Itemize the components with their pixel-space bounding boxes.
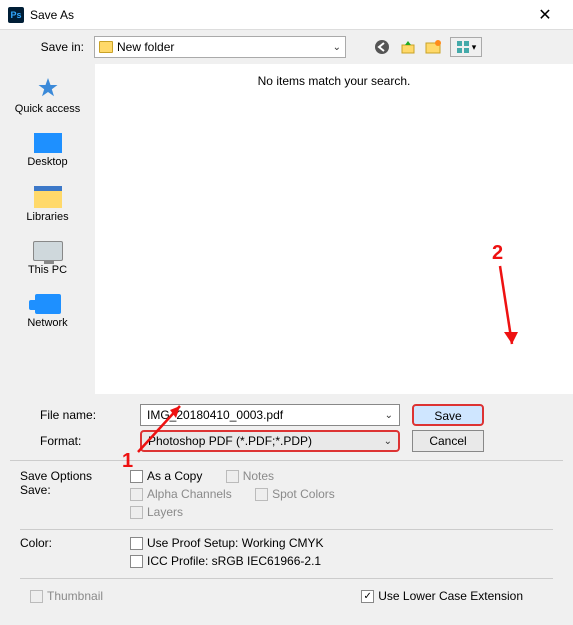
- close-button[interactable]: ✕: [525, 5, 565, 25]
- sidebar-item-network[interactable]: Network: [0, 290, 95, 333]
- format-dropdown[interactable]: Photoshop PDF (*.PDF;*.PDP) ⌄: [140, 430, 400, 452]
- main-area: Quick access Desktop Libraries This PC N…: [0, 64, 573, 394]
- bottom-panel: File name: IMG_20180410_0003.pdf ⌄ Save …: [0, 394, 573, 625]
- titlebar: Ps Save As ✕: [0, 0, 573, 30]
- sidebar-item-desktop[interactable]: Desktop: [0, 129, 95, 172]
- network-icon: [35, 294, 61, 314]
- back-icon[interactable]: [372, 37, 392, 57]
- checkbox-asacopy[interactable]: As a Copy: [130, 469, 202, 483]
- filename-label: File name:: [10, 408, 140, 422]
- savein-value: New folder: [117, 40, 174, 54]
- cancel-button[interactable]: Cancel: [412, 430, 484, 452]
- checkbox-notes: Notes: [226, 469, 274, 483]
- save-options-panel: Save Options Save: As a Copy Notes Alpha…: [10, 460, 563, 615]
- format-label: Format:: [10, 434, 140, 448]
- checkbox-proof[interactable]: Use Proof Setup: Working CMYK: [130, 536, 324, 550]
- savein-dropdown[interactable]: New folder ⌄: [94, 36, 346, 58]
- view-menu-icon[interactable]: ▾: [450, 37, 482, 57]
- photoshop-icon: Ps: [8, 7, 24, 23]
- star-icon: [34, 76, 62, 100]
- checkbox-layers: Layers: [130, 505, 183, 519]
- window-title: Save As: [30, 8, 525, 22]
- save-button[interactable]: Save: [412, 404, 484, 426]
- file-list-area[interactable]: No items match your search.: [95, 64, 573, 394]
- checkbox-lowercase[interactable]: ✓Use Lower Case Extension: [361, 589, 523, 603]
- empty-message: No items match your search.: [95, 74, 573, 88]
- checkbox-alpha: Alpha Channels: [130, 487, 232, 501]
- new-folder-icon[interactable]: [424, 37, 444, 57]
- color-title: Color:: [20, 536, 130, 550]
- save-options-title: Save Options: [20, 469, 130, 483]
- savein-label: Save in:: [14, 40, 84, 54]
- checkbox-thumbnail: Thumbnail: [30, 589, 103, 603]
- checkbox-icc[interactable]: ICC Profile: sRGB IEC61966-2.1: [130, 554, 321, 568]
- sidebar-item-thispc[interactable]: This PC: [0, 237, 95, 280]
- folder-icon: [99, 41, 113, 53]
- checkbox-spot: Spot Colors: [255, 487, 335, 501]
- chevron-down-icon: ⌄: [384, 436, 392, 447]
- filename-input[interactable]: IMG_20180410_0003.pdf ⌄: [140, 404, 400, 426]
- savein-row: Save in: New folder ⌄ ▾: [0, 30, 573, 64]
- desktop-icon: [34, 133, 62, 153]
- up-icon[interactable]: [398, 37, 418, 57]
- places-sidebar: Quick access Desktop Libraries This PC N…: [0, 64, 95, 394]
- libraries-icon: [34, 186, 62, 208]
- pc-icon: [33, 241, 63, 261]
- chevron-down-icon: ⌄: [333, 42, 341, 53]
- sidebar-item-quickaccess[interactable]: Quick access: [0, 72, 95, 119]
- sidebar-item-libraries[interactable]: Libraries: [0, 182, 95, 227]
- chevron-down-icon: ⌄: [385, 410, 393, 421]
- save-subtitle: Save:: [20, 483, 130, 497]
